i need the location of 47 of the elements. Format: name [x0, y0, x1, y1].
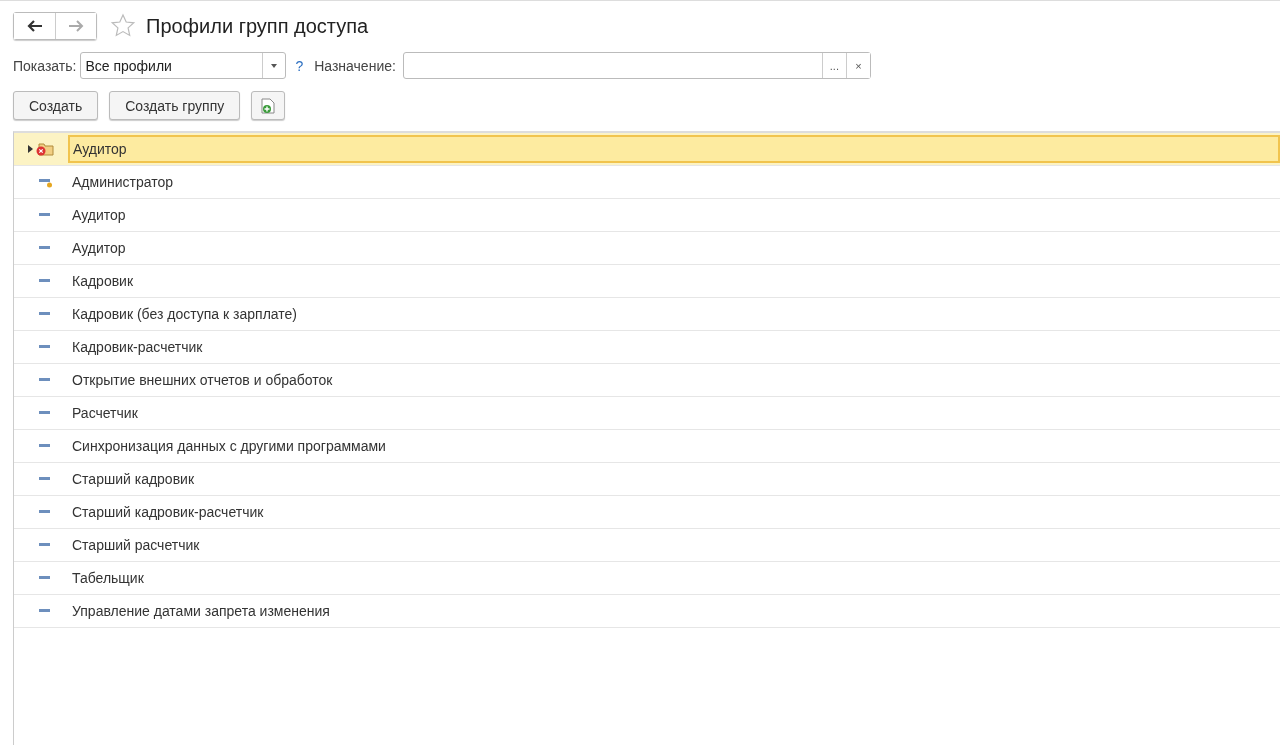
list-row[interactable]: Кадровик (без доступа к зарплате) [14, 298, 1280, 331]
list-row[interactable]: Открытие внешних отчетов и обработок [14, 364, 1280, 397]
purpose-field[interactable]: ... × [402, 52, 871, 79]
star-icon[interactable] [110, 13, 136, 39]
row-name: Кадровик-расчетчик [71, 338, 204, 357]
list-row[interactable]: Синхронизация данных с другими программами [14, 430, 1280, 463]
row-name: Открытие внешних отчетов и обработок [71, 371, 334, 390]
create-button[interactable]: Создать [13, 91, 99, 120]
list-row[interactable]: Расчетчик [14, 397, 1280, 430]
row-name: Аудитор [71, 206, 127, 225]
row-name: Старший расчетчик [71, 536, 201, 555]
row-name: Старший кадровик-расчетчик [71, 503, 265, 522]
caret-icon [271, 63, 278, 68]
list-row[interactable]: Аудитор [14, 199, 1280, 232]
window-title: Профили групп доступа [146, 14, 369, 38]
list-row[interactable]: Администратор [14, 166, 1280, 199]
left-arrow-icon [26, 20, 43, 32]
list-row[interactable]: Кадровик [14, 265, 1280, 298]
clear-button[interactable]: × [845, 53, 870, 78]
row-name: Расчетчик [71, 404, 139, 423]
help-link[interactable]: ? [295, 57, 304, 74]
expand-icon[interactable] [27, 145, 33, 153]
list-row[interactable]: Управление датами запрета изменения [14, 595, 1280, 628]
list-row[interactable]: Старший кадровик [14, 463, 1280, 496]
row-name: Аудитор [71, 239, 127, 258]
back-button[interactable] [14, 13, 55, 39]
document-plus-icon [261, 97, 276, 114]
add-document-button[interactable] [251, 91, 286, 120]
row-name: Управление датами запрета изменения [71, 602, 331, 621]
list-row[interactable]: Аудитор [14, 133, 1280, 166]
row-name: Синхронизация данных с другими программами [71, 437, 387, 456]
row-name: Старший кадровик [71, 470, 196, 489]
list-row[interactable]: Аудитор [14, 232, 1280, 265]
purpose-label: Назначение: [314, 57, 396, 74]
show-dropdown[interactable]: Все профили [80, 52, 287, 79]
row-name: Кадровик (без доступа к зарплате) [71, 305, 298, 324]
row-name: Кадровик [71, 272, 135, 291]
list-row[interactable]: Старший расчетчик [14, 529, 1280, 562]
row-name: Табельщик [71, 569, 145, 588]
row-name: Администратор [71, 173, 174, 192]
list-row[interactable]: Кадровик-расчетчик [14, 331, 1280, 364]
right-arrow-icon [68, 20, 84, 32]
row-name: Аудитор [68, 135, 1280, 163]
list-row[interactable]: Табельщик [14, 562, 1280, 595]
list-row[interactable]: Старший кадровик-расчетчик [14, 496, 1280, 529]
show-label: Показать: [13, 57, 77, 74]
create-button[interactable]: Создать группу [109, 91, 241, 120]
